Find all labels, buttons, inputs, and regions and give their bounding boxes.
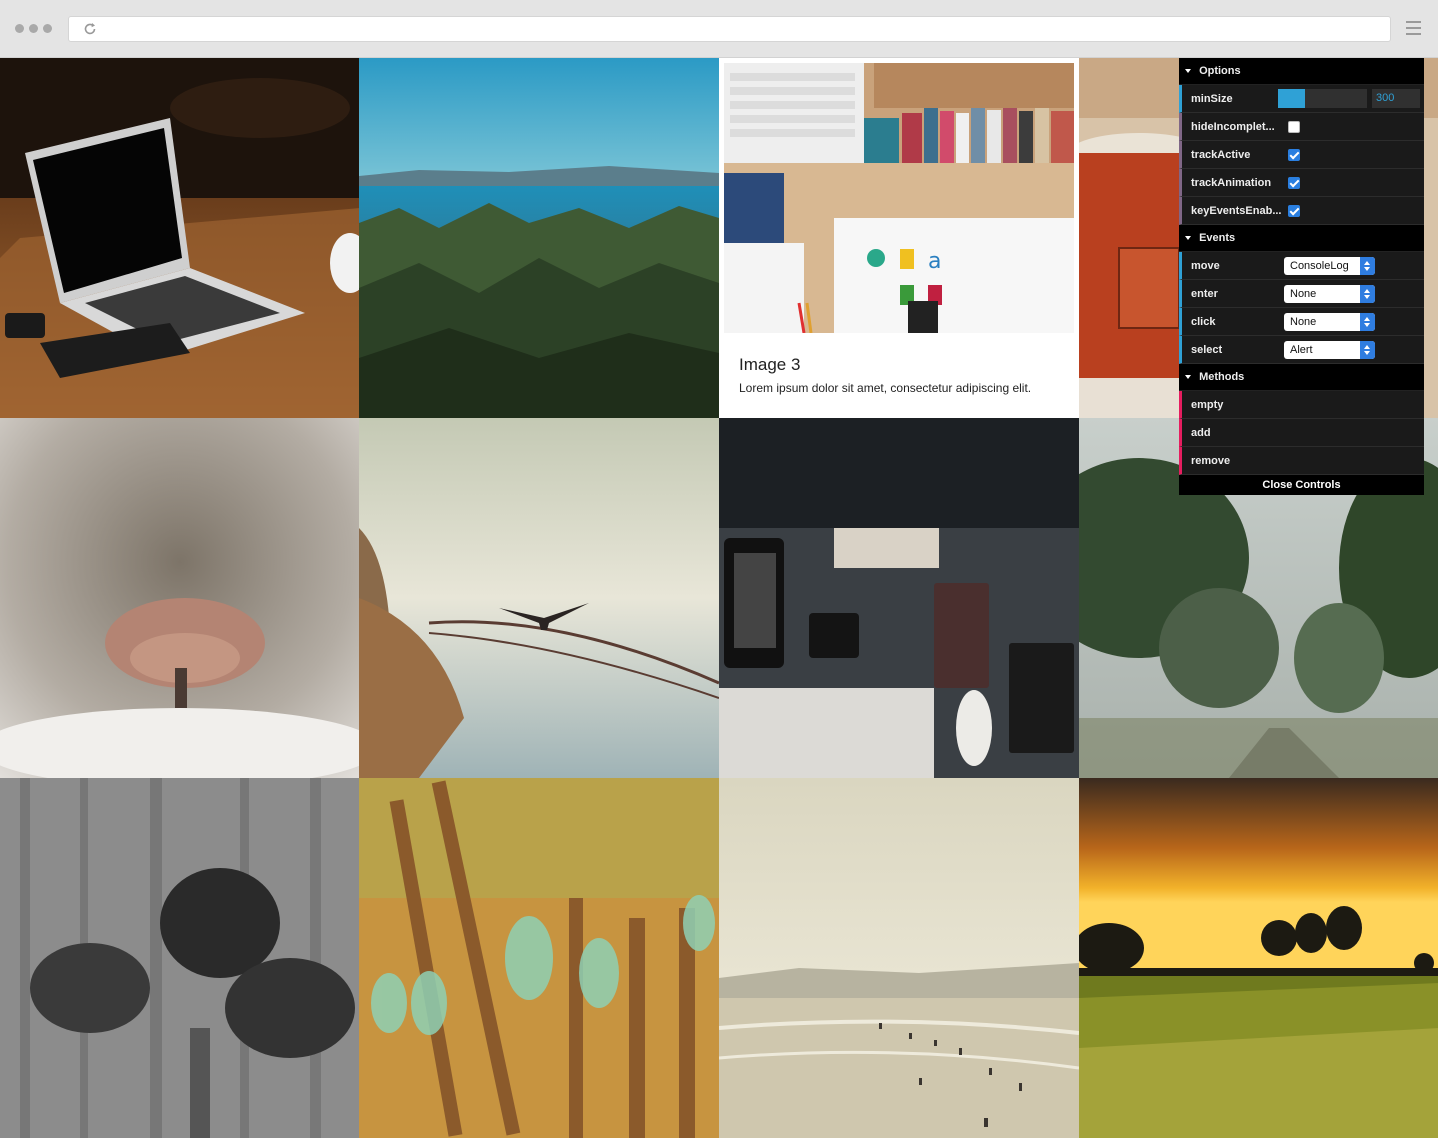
gallery-tile-laptop[interactable]: [0, 58, 360, 418]
events-folder-header[interactable]: Events: [1179, 225, 1424, 252]
event-move-row: move ConsoleLog: [1179, 252, 1424, 280]
control-panel: Options minSize 300 hideIncomplet... tra…: [1179, 58, 1424, 495]
gallery-tile-beach[interactable]: [719, 778, 1079, 1138]
option-minsize-row: minSize 300: [1179, 85, 1424, 113]
method-empty-button[interactable]: empty: [1179, 391, 1424, 419]
address-bar[interactable]: [68, 16, 1391, 42]
method-label: remove: [1191, 455, 1231, 467]
gallery-tile-active[interactable]: a Image 3 Lorem ipsum dolor sit amet, co…: [719, 58, 1079, 418]
select-arrows-icon: [1360, 257, 1375, 275]
bird-boat-photo: [359, 418, 719, 778]
caption-title: Image 3: [739, 355, 801, 374]
key-events-checkbox[interactable]: [1288, 205, 1300, 217]
triangle-down-icon: [1185, 69, 1191, 74]
triangle-down-icon: [1185, 375, 1191, 380]
enter-select[interactable]: None: [1284, 285, 1375, 303]
option-key-events-row: keyEventsEnab...: [1179, 197, 1424, 225]
pinecones-photo: [0, 778, 360, 1138]
dark-desk-photo: [719, 418, 1079, 778]
event-enter-row: enter None: [1179, 280, 1424, 308]
minsize-slider[interactable]: [1278, 89, 1367, 108]
bottles-fence-photo: [359, 778, 719, 1138]
select-value: None: [1290, 316, 1317, 328]
window-dot-icon[interactable]: [29, 24, 38, 33]
select-value: Alert: [1290, 344, 1313, 356]
gallery-tile-pinecones[interactable]: [0, 778, 360, 1138]
track-active-checkbox[interactable]: [1288, 149, 1300, 161]
sunset-field-photo: [1079, 778, 1438, 1138]
minsize-value-input[interactable]: 300: [1372, 89, 1420, 108]
select-value: None: [1290, 288, 1317, 300]
method-label: empty: [1191, 399, 1224, 411]
track-animation-checkbox[interactable]: [1288, 177, 1300, 189]
gallery-tile-dark-desk[interactable]: [719, 418, 1079, 778]
click-select[interactable]: None: [1284, 313, 1375, 331]
option-label: keyEventsEnab...: [1191, 205, 1282, 217]
window-dot-icon[interactable]: [15, 24, 24, 33]
cat-nose-photo: [0, 418, 360, 778]
reload-icon[interactable]: [83, 22, 97, 36]
event-select-row: select Alert: [1179, 336, 1424, 364]
method-label: add: [1191, 427, 1211, 439]
options-title: Options: [1199, 65, 1241, 77]
option-label: trackActive: [1191, 149, 1251, 161]
methods-folder-header[interactable]: Methods: [1179, 364, 1424, 391]
close-controls-button[interactable]: Close Controls: [1179, 475, 1424, 495]
method-add-button[interactable]: add: [1179, 419, 1424, 447]
options-folder-header[interactable]: Options: [1179, 58, 1424, 85]
tile-caption: Image 3 Lorem ipsum dolor sit amet, cons…: [724, 333, 1074, 413]
event-label: enter: [1191, 288, 1218, 300]
option-hide-incomplete-row: hideIncomplet...: [1179, 113, 1424, 141]
hide-incomplete-checkbox[interactable]: [1288, 121, 1300, 133]
select-select[interactable]: Alert: [1284, 341, 1375, 359]
events-title: Events: [1199, 232, 1236, 244]
hamburger-menu-icon[interactable]: [1406, 21, 1421, 39]
gallery-tile-cat-nose[interactable]: [0, 418, 360, 778]
window-dot-icon[interactable]: [43, 24, 52, 33]
select-arrows-icon: [1360, 313, 1375, 331]
option-label: minSize: [1191, 93, 1233, 105]
option-track-animation-row: trackAnimation: [1179, 169, 1424, 197]
option-label: trackAnimation: [1191, 177, 1272, 189]
event-click-row: click None: [1179, 308, 1424, 336]
forest-sea-photo: [359, 58, 719, 418]
laptop-photo: [0, 58, 360, 418]
event-label: move: [1191, 260, 1220, 272]
method-remove-button[interactable]: remove: [1179, 447, 1424, 475]
beach-photo: [719, 778, 1079, 1138]
window-controls[interactable]: [15, 24, 52, 33]
desk-books-photo: a: [724, 63, 1074, 333]
browser-chrome: [0, 0, 1438, 58]
gallery-tile-bird-boat[interactable]: [359, 418, 719, 778]
select-arrows-icon: [1360, 341, 1375, 359]
gallery-tile-forest-sea[interactable]: [359, 58, 719, 418]
select-value: ConsoleLog: [1290, 260, 1349, 272]
caption-text: Lorem ipsum dolor sit amet, consectetur …: [739, 381, 1032, 395]
event-label: select: [1191, 344, 1223, 356]
event-label: click: [1191, 316, 1216, 328]
gallery-tile-bottles-fence[interactable]: [359, 778, 719, 1138]
select-arrows-icon: [1360, 285, 1375, 303]
option-label: hideIncomplet...: [1191, 121, 1275, 133]
option-track-active-row: trackActive: [1179, 141, 1424, 169]
methods-title: Methods: [1199, 371, 1245, 383]
svg-text:a: a: [928, 249, 941, 274]
gallery-tile-sunset-field[interactable]: [1079, 778, 1438, 1138]
triangle-down-icon: [1185, 236, 1191, 241]
move-select[interactable]: ConsoleLog: [1284, 257, 1375, 275]
